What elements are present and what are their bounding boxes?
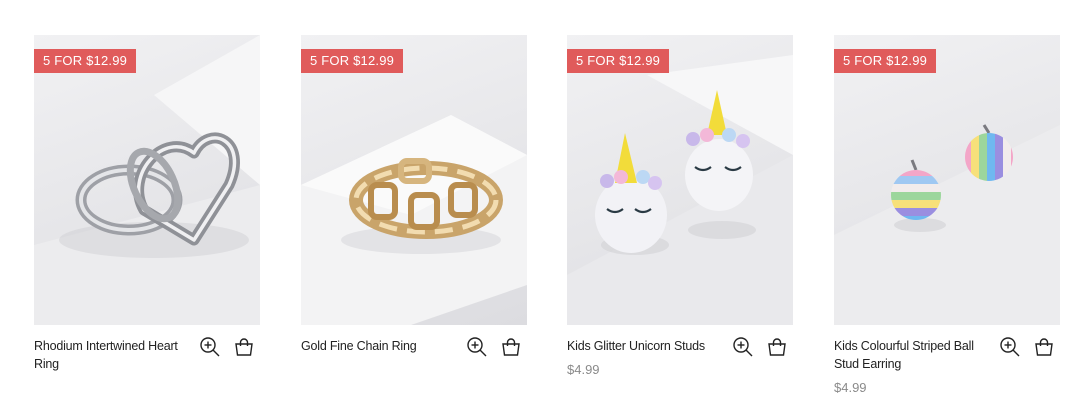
promo-badge: 5 FOR $12.99 (34, 49, 137, 73)
product-info: Gold Fine Chain Ring (301, 325, 527, 395)
product-image[interactable]: 5 FOR $12.99 (34, 35, 260, 325)
product-name[interactable]: Kids Glitter Unicorn Studs (567, 337, 717, 355)
product-card: 5 FOR $12.99 Gold Fine Chain Ring (301, 35, 527, 395)
striped-ball-studs-image (834, 124, 1060, 325)
product-card: 5 FOR $12.99 Kids Glitter Unicorn Studs … (567, 35, 793, 395)
product-image[interactable]: 5 FOR $12.99 (301, 35, 527, 325)
zoom-in-icon[interactable] (998, 335, 1022, 359)
product-actions (198, 335, 256, 359)
product-image[interactable]: 5 FOR $12.99 (567, 35, 793, 325)
gold-chain-ring-image (301, 115, 527, 325)
product-price: $4.99 (834, 380, 867, 395)
shopping-bag-icon[interactable] (499, 335, 523, 359)
product-card: 5 FOR $12.99 Kids Colourful Striped Ball… (834, 35, 1060, 395)
product-grid: 5 FOR $12.99 Rhodium Intertwined Heart R… (0, 0, 1080, 405)
product-actions (731, 335, 789, 359)
promo-badge: 5 FOR $12.99 (834, 49, 937, 73)
product-info: Kids Glitter Unicorn Studs $4.99 (567, 325, 793, 395)
unicorn-studs-image (567, 55, 793, 325)
product-name[interactable]: Rhodium Intertwined Heart Ring (34, 337, 184, 373)
product-name[interactable]: Gold Fine Chain Ring (301, 337, 451, 355)
zoom-in-icon[interactable] (198, 335, 222, 359)
product-info: Kids Colourful Striped Ball Stud Earring… (834, 325, 1060, 395)
promo-badge: 5 FOR $12.99 (567, 49, 670, 73)
product-card: 5 FOR $12.99 Rhodium Intertwined Heart R… (34, 35, 260, 395)
product-image[interactable]: 5 FOR $12.99 (834, 35, 1060, 325)
product-info: Rhodium Intertwined Heart Ring (34, 325, 260, 395)
product-actions (465, 335, 523, 359)
zoom-in-icon[interactable] (731, 335, 755, 359)
product-actions (998, 335, 1056, 359)
promo-badge: 5 FOR $12.99 (301, 49, 404, 73)
product-price: $4.99 (567, 362, 600, 377)
shopping-bag-icon[interactable] (1032, 335, 1056, 359)
ring-heart-image (34, 35, 260, 325)
zoom-in-icon[interactable] (465, 335, 489, 359)
product-name[interactable]: Kids Colourful Striped Ball Stud Earring (834, 337, 984, 373)
shopping-bag-icon[interactable] (765, 335, 789, 359)
shopping-bag-icon[interactable] (232, 335, 256, 359)
